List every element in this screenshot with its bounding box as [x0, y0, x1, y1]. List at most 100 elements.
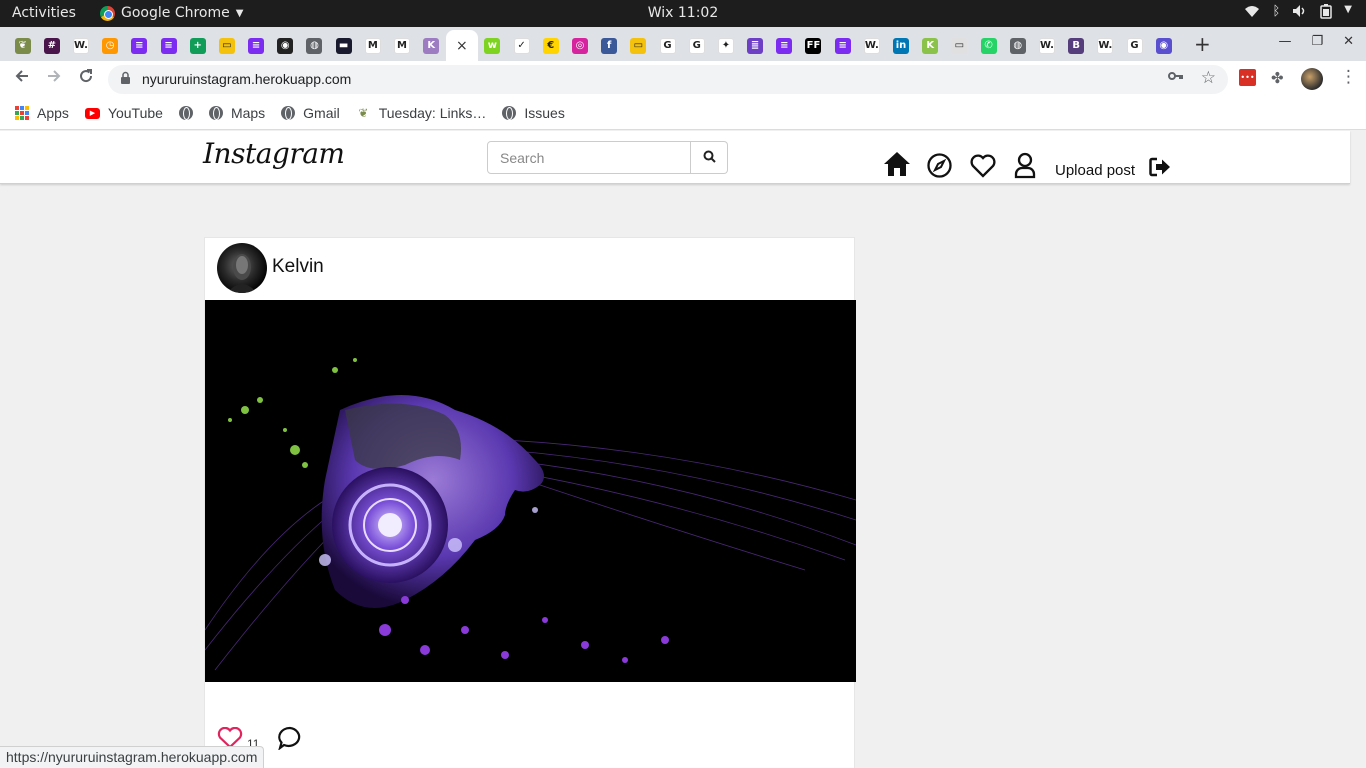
url-text[interactable]: nyururuinstagram.herokuapp.com [142, 71, 351, 87]
heart-icon[interactable] [970, 154, 996, 182]
browser-tab[interactable]: ✦ [711, 30, 740, 61]
home-icon[interactable] [883, 151, 911, 181]
browser-tab[interactable]: ≡ [125, 30, 154, 61]
browser-tab[interactable]: ✆ [974, 30, 1003, 61]
browser-tab[interactable]: ✓ [507, 30, 536, 61]
browser-tab[interactable]: ≣ [741, 30, 770, 61]
browser-tab[interactable]: G [653, 30, 682, 61]
browser-tab[interactable]: ≡ [770, 30, 799, 61]
app-menu[interactable]: Google Chrome ▼ [100, 5, 243, 21]
image-icon: ▭ [951, 37, 968, 54]
browser-tab[interactable]: in [886, 30, 915, 61]
avatar[interactable] [217, 243, 267, 293]
explore-compass-icon[interactable] [927, 153, 952, 182]
extensions-puzzle-icon[interactable]: ✤ [1271, 69, 1284, 87]
tab-active[interactable]: × [445, 30, 478, 61]
browser-tab[interactable]: ▬ [329, 30, 358, 61]
extension-icon[interactable]: ••• [1239, 69, 1256, 86]
browser-tab[interactable]: G [682, 30, 711, 61]
browser-tab[interactable]: ≡ [242, 30, 271, 61]
linkedin-icon: in [893, 37, 910, 54]
back-button[interactable] [14, 68, 30, 89]
gmail-icon: M [394, 37, 411, 54]
key-icon[interactable] [1168, 70, 1184, 86]
instagram-logo[interactable]: Instagram [203, 137, 345, 170]
activities-button[interactable]: Activities [12, 5, 76, 21]
slides-icon: ▭ [630, 37, 647, 54]
browser-tab[interactable]: W. [66, 30, 95, 61]
browser-tab[interactable]: ≡ [828, 30, 857, 61]
browser-tab[interactable]: M [387, 30, 416, 61]
wix-icon: W. [1038, 37, 1055, 54]
globe-icon: ◍ [1009, 37, 1026, 54]
profile-avatar[interactable] [1301, 68, 1323, 90]
browser-tab[interactable]: ◎ [565, 30, 594, 61]
post-image[interactable] [205, 300, 856, 682]
system-tray[interactable]: ᛒ ▼ [1244, 4, 1352, 23]
post-username[interactable]: Kelvin [272, 256, 324, 278]
browser-tab[interactable]: ▭ [624, 30, 653, 61]
bookmark-globe[interactable] [178, 106, 193, 120]
browser-tab[interactable]: f [595, 30, 624, 61]
bookmark-apps[interactable]: Apps [14, 105, 69, 121]
bookmark-youtube[interactable]: ▶ YouTube [84, 105, 163, 121]
menu-dots-icon[interactable]: ⋮ [1340, 67, 1357, 87]
chevron-down-icon[interactable]: ▼ [1344, 4, 1352, 23]
browser-tab[interactable]: € [536, 30, 565, 61]
browser-tab[interactable]: ≡ [154, 30, 183, 61]
minimize-icon[interactable]: — [1278, 34, 1291, 49]
upload-post-link[interactable]: Upload post [1055, 162, 1135, 179]
browser-tab[interactable]: K [417, 30, 446, 61]
slack-icon: # [43, 37, 60, 54]
browser-tab[interactable]: # [37, 30, 66, 61]
forward-button[interactable] [46, 68, 62, 89]
bookmark-gmail[interactable]: Gmail [281, 105, 340, 121]
wix-icon: W. [1097, 37, 1114, 54]
comment-icon[interactable] [277, 726, 303, 754]
browser-tab[interactable]: B [1062, 30, 1091, 61]
browser-tab[interactable]: ▭ [212, 30, 241, 61]
browser-tab[interactable]: ◉ [271, 30, 300, 61]
search-input[interactable] [487, 141, 691, 174]
lock-icon[interactable] [120, 71, 131, 88]
tab-list: ❦ # W. ◷ ≡ ≡ + ▭ ≡ ◉ ◍ ▬ M M K × w ✓ € ◎ f ▭ G G ✦ ≣ ≡ FF ≡ W. in K ▭ ✆ ◍ W… [8, 30, 1178, 61]
plant-icon: ❦ [14, 37, 31, 54]
battery-icon[interactable] [1320, 4, 1333, 23]
search-button[interactable] [691, 141, 728, 174]
restore-icon[interactable]: ❐ [1311, 34, 1323, 49]
profile-icon[interactable] [1014, 152, 1036, 183]
browser-tab[interactable]: ◍ [300, 30, 329, 61]
address-bar[interactable]: nyururuinstagram.herokuapp.com ☆ [108, 65, 1228, 94]
bookmark-tuesday-links[interactable]: ❦ Tuesday: Links… [356, 105, 486, 121]
browser-tab[interactable]: W. [1091, 30, 1120, 61]
coin-icon: € [542, 37, 559, 54]
globe-icon [178, 106, 193, 120]
apps-grid-icon [14, 105, 29, 121]
bookmark-maps[interactable]: Maps [208, 105, 265, 121]
browser-tab[interactable]: G [1120, 30, 1149, 61]
bookmark-label: YouTube [107, 105, 163, 121]
globe-icon: ◍ [306, 37, 323, 54]
browser-tab[interactable]: M [358, 30, 387, 61]
reload-button[interactable] [78, 68, 94, 89]
browser-tab[interactable]: FF [799, 30, 828, 61]
browser-tab[interactable]: W. [857, 30, 886, 61]
wifi-icon[interactable] [1244, 4, 1260, 23]
logout-icon[interactable] [1149, 157, 1171, 181]
browser-tab[interactable]: ◍ [1003, 30, 1032, 61]
search-icon [703, 150, 716, 166]
browser-tab[interactable]: ◷ [96, 30, 125, 61]
bluetooth-icon[interactable]: ᛒ [1272, 4, 1280, 23]
browser-tab[interactable]: w [478, 30, 507, 61]
browser-tab[interactable]: W. [1032, 30, 1061, 61]
new-tab-button[interactable]: + [1194, 32, 1211, 56]
bookmark-issues[interactable]: Issues [502, 105, 565, 121]
close-window-icon[interactable]: ✕ [1343, 34, 1354, 49]
star-icon[interactable]: ☆ [1201, 68, 1216, 88]
browser-tab[interactable]: ▭ [945, 30, 974, 61]
browser-tab[interactable]: + [183, 30, 212, 61]
browser-tab[interactable]: ❦ [8, 30, 37, 61]
volume-icon[interactable] [1292, 4, 1308, 23]
browser-tab[interactable]: ◉ [1149, 30, 1178, 61]
browser-tab[interactable]: K [916, 30, 945, 61]
